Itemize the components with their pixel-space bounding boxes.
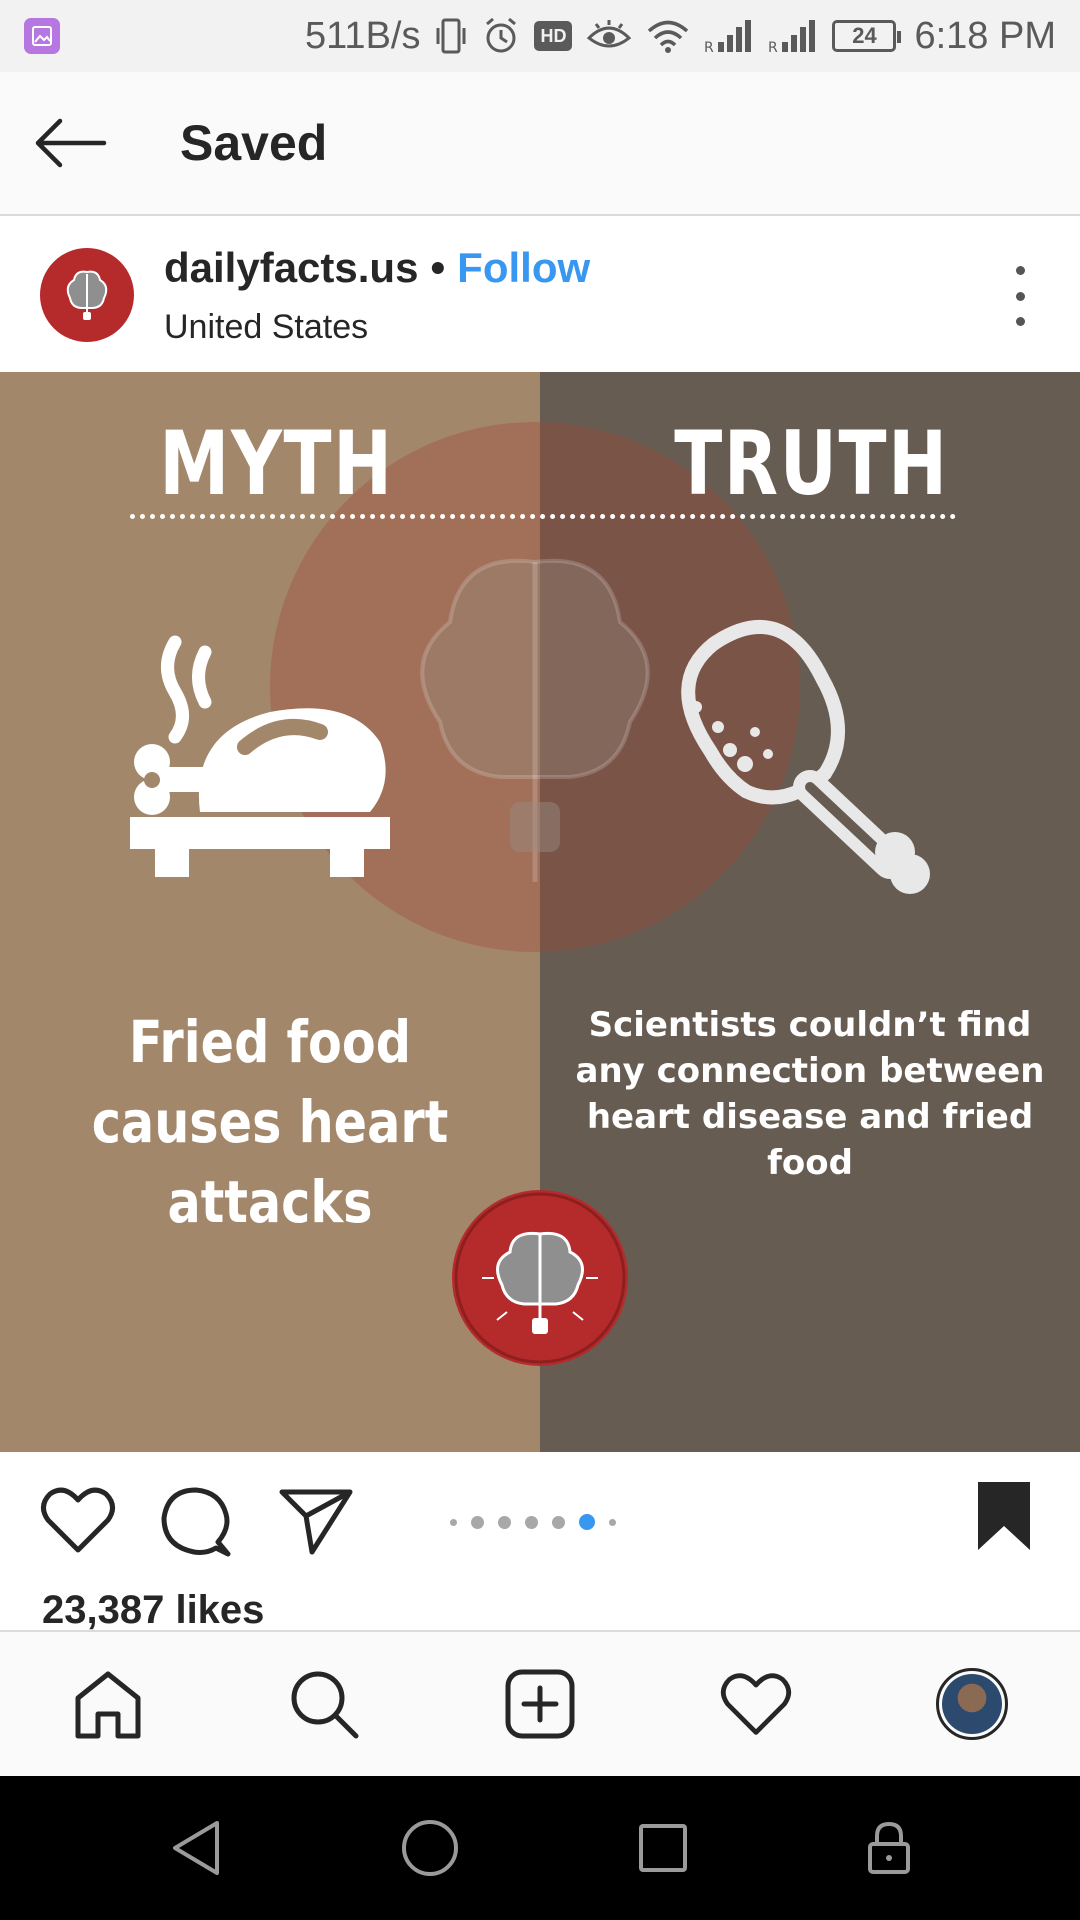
share-button[interactable] <box>278 1486 354 1561</box>
myth-heading: MYTH <box>159 412 394 515</box>
gallery-notification-icon <box>24 18 60 54</box>
vibrate-icon <box>436 18 466 54</box>
bottom-navigation <box>0 1630 1080 1776</box>
like-button[interactable] <box>40 1486 116 1559</box>
save-button[interactable] <box>974 1480 1034 1557</box>
post-image[interactable]: MYTH TRUTH Fried food causes heart attac… <box>0 372 1080 1452</box>
drumstick-icon <box>681 619 930 894</box>
post-header: dailyfacts.us • Follow United States <box>0 218 1080 372</box>
truth-statement: Scientists couldn’t find any connection … <box>575 1005 1045 1183</box>
eye-comfort-icon <box>587 20 632 48</box>
comment-button[interactable] <box>160 1486 232 1563</box>
myth-line-2: causes heart attacks <box>91 1088 449 1236</box>
system-navigation-bar <box>0 1776 1080 1920</box>
separator-dot: • <box>430 243 446 291</box>
add-post-icon <box>505 1669 575 1739</box>
back-triangle-icon[interactable] <box>169 1819 223 1877</box>
nav-home[interactable] <box>48 1644 168 1764</box>
signal-icon-2: R <box>768 20 816 54</box>
follow-button[interactable]: Follow <box>457 244 590 292</box>
svg-text:R: R <box>768 40 778 54</box>
recents-square-icon[interactable] <box>637 1822 689 1874</box>
active-dot <box>579 1514 595 1530</box>
hd-badge: HD <box>534 21 573 51</box>
home-circle-icon[interactable] <box>400 1818 460 1878</box>
arrow-left-icon <box>35 118 107 168</box>
heading-divider <box>130 514 956 519</box>
post-location[interactable]: United States <box>164 308 590 347</box>
post-action-bar <box>0 1452 1080 1590</box>
alarm-icon <box>486 17 517 53</box>
carousel-indicator <box>450 1514 616 1530</box>
nav-new-post[interactable] <box>480 1644 600 1764</box>
battery-indicator: 24 <box>832 20 902 52</box>
page-title: Saved <box>180 115 328 171</box>
wifi-icon <box>648 20 689 53</box>
profile-avatar <box>936 1668 1008 1740</box>
more-options-button[interactable] <box>1010 266 1030 326</box>
roast-chicken-icon <box>130 635 390 877</box>
likes-count[interactable]: 23,387 likes <box>42 1588 264 1633</box>
bookmark-filled-icon <box>978 1482 1030 1550</box>
brand-badge-logo <box>452 1190 628 1366</box>
home-icon <box>75 1671 141 1739</box>
search-icon <box>291 1671 359 1739</box>
lock-icon[interactable] <box>866 1820 912 1876</box>
signal-icon-1: R <box>704 20 752 54</box>
nav-activity[interactable] <box>696 1644 816 1764</box>
post-username[interactable]: dailyfacts.us <box>164 244 418 292</box>
back-button[interactable] <box>0 71 140 215</box>
heart-icon <box>41 1487 115 1553</box>
clock: 6:18 PM <box>914 14 1056 57</box>
vertical-dots-icon <box>1015 266 1025 275</box>
nav-search[interactable] <box>264 1644 384 1764</box>
brain-logo-icon <box>43 251 131 339</box>
activity-heart-icon <box>720 1673 792 1735</box>
network-speed: 511B/s <box>304 14 421 57</box>
myth-line-1: Fried food <box>128 1008 412 1076</box>
top-app-bar: Saved <box>0 72 1080 216</box>
comment-icon <box>161 1487 231 1557</box>
svg-text:R: R <box>704 40 714 54</box>
author-avatar[interactable] <box>40 248 134 342</box>
status-bar: 511B/s HD R R 24 6:18 PM <box>0 0 1080 72</box>
nav-profile[interactable] <box>912 1644 1032 1764</box>
truth-heading: TRUTH <box>674 412 949 515</box>
paper-plane-icon <box>279 1489 353 1555</box>
